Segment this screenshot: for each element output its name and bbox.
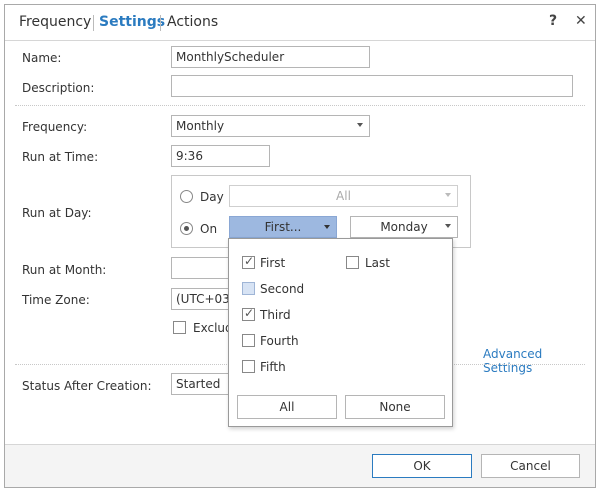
first-checkbox[interactable]: ✓	[242, 254, 255, 269]
frequency-label: Frequency:	[22, 120, 88, 134]
tab-frequency[interactable]: Frequency	[19, 14, 91, 30]
day-radio-label: Day	[200, 190, 224, 204]
name-input[interactable]: MonthlyScheduler	[171, 46, 370, 68]
fifth-checkbox[interactable]	[242, 360, 255, 373]
tab-separator	[93, 15, 94, 31]
frequency-select[interactable]: Monthly	[171, 115, 370, 137]
chevron-down-icon	[445, 224, 451, 228]
fourth-checkbox[interactable]	[242, 334, 255, 347]
chevron-down-icon	[445, 193, 451, 197]
time-zone-label: Time Zone:	[22, 293, 90, 307]
run-at-time-input[interactable]: 9:36	[171, 145, 270, 167]
ok-button[interactable]: OK	[372, 454, 472, 478]
cancel-button[interactable]: Cancel	[481, 454, 580, 478]
day-select[interactable]: All	[229, 185, 458, 207]
status-label: Status After Creation:	[22, 379, 152, 393]
run-at-day-label: Run at Day:	[22, 206, 92, 220]
tab-divider	[5, 40, 595, 41]
name-label: Name:	[22, 51, 62, 65]
day-radio[interactable]	[180, 190, 193, 203]
help-icon[interactable]: ?	[549, 13, 557, 29]
weekday-select-value: Monday	[380, 220, 428, 234]
section-divider	[15, 105, 585, 106]
close-icon[interactable]: ✕	[575, 13, 587, 29]
select-none-button[interactable]: None	[345, 395, 445, 419]
tab-settings[interactable]: Settings	[99, 14, 165, 30]
checkmark-icon: ✓	[244, 306, 255, 320]
fourth-option-label: Fourth	[260, 334, 299, 348]
exclude-checkbox[interactable]	[173, 321, 186, 334]
description-input[interactable]	[171, 75, 573, 97]
first-option-label: First	[260, 256, 286, 270]
second-checkbox[interactable]	[242, 282, 255, 295]
last-option-label: Last	[365, 256, 390, 270]
day-select-value: All	[336, 189, 351, 203]
advanced-settings-link[interactable]: Advanced Settings	[483, 347, 595, 375]
on-radio-label: On	[200, 222, 218, 236]
tab-bar: Frequency Settings Actions ? ✕	[5, 5, 595, 39]
tab-separator	[160, 15, 161, 31]
ordinal-dropdown-value: First...	[264, 220, 302, 234]
last-checkbox[interactable]	[346, 256, 359, 269]
third-checkbox[interactable]: ✓	[242, 306, 255, 321]
weekday-select[interactable]: Monday	[350, 216, 458, 238]
dialog-footer: OK Cancel	[5, 444, 595, 487]
chevron-down-icon	[324, 225, 330, 229]
ordinal-dropdown[interactable]: First...	[229, 216, 337, 238]
select-all-button[interactable]: All	[237, 395, 337, 419]
checkmark-icon: ✓	[244, 254, 255, 268]
on-radio[interactable]	[180, 222, 193, 235]
description-label: Description:	[22, 81, 95, 95]
run-at-time-label: Run at Time:	[22, 150, 99, 164]
fifth-option-label: Fifth	[260, 360, 286, 374]
second-option-label: Second	[260, 282, 305, 296]
chevron-down-icon	[357, 123, 363, 127]
tab-actions[interactable]: Actions	[167, 14, 218, 30]
run-at-month-label: Run at Month:	[22, 263, 107, 277]
frequency-select-value: Monthly	[176, 119, 225, 133]
third-option-label: Third	[260, 308, 291, 322]
ordinal-popup: ✓ First Last Second ✓ Third Fourth Fifth…	[228, 238, 453, 427]
